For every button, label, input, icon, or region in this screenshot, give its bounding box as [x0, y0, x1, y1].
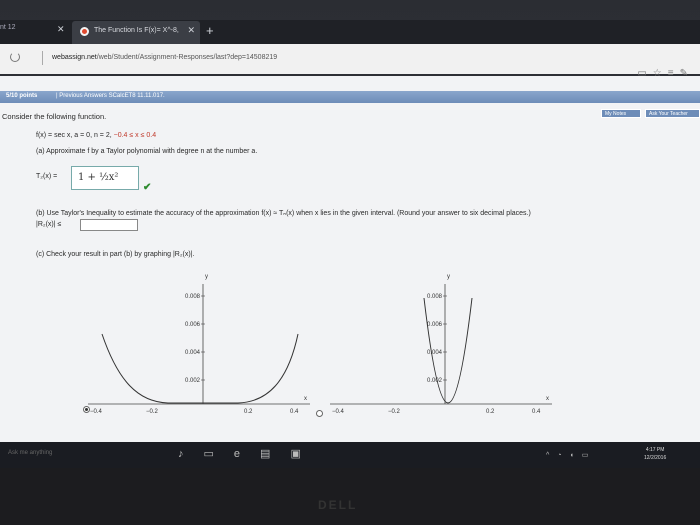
volume-icon[interactable]: ◖: [570, 452, 582, 459]
ask-teacher-button[interactable]: Ask Your Teacher: [645, 109, 700, 118]
x-tick-label: −0.4: [90, 409, 103, 415]
previous-tab-label[interactable]: nt 12: [0, 24, 16, 31]
x-ticks: −0.4 −0.2 0.2 0.4: [332, 409, 541, 415]
y-tick-label: 0.006: [427, 322, 443, 328]
function-definition: f(x) = sec x, a = 0, n = 2,: [36, 132, 114, 139]
y-tick-label: 0.002: [427, 378, 443, 384]
function-line: f(x) = sec x, a = 0, n = 2, −0.4 ≤ x ≤ 0…: [36, 132, 156, 139]
divider: [42, 51, 43, 65]
taskbar-apps: ♪▭e▤▣: [178, 447, 321, 460]
y-ticks: 0.008 0.006 0.004 0.002: [427, 294, 447, 384]
t2-label: T₂(x) =: [36, 173, 58, 180]
monitor-bezel: DELL: [0, 468, 700, 525]
new-tab-icon[interactable]: +: [206, 23, 214, 38]
url-path: /web/Student/Assignment-Responses/last?d…: [96, 54, 278, 61]
cortana-search[interactable]: Ask me anything: [8, 450, 52, 456]
graph-right-radio[interactable]: [316, 410, 323, 417]
points-label: 5/10 points: [6, 93, 38, 99]
previous-answers-link[interactable]: | Previous Answers SCalcET8 11.11.017.: [56, 93, 165, 99]
question-intro: Consider the following function.: [2, 112, 107, 121]
browser-tab-bar: nt 12 ✕ The Function Is F(x)= X^-8, ✕ +: [0, 20, 700, 44]
x-tick-label: 0.2: [486, 409, 495, 415]
part-a-prompt: (a) Approximate f by a Taylor polynomial…: [36, 148, 258, 155]
x-ticks: −0.4 −0.2 0.2 0.4: [90, 409, 299, 415]
url-domain: webassign.net: [52, 54, 97, 61]
x-tick-label: −0.2: [146, 409, 159, 415]
favicon-icon: [80, 27, 89, 36]
refresh-icon[interactable]: [10, 52, 20, 62]
graph-right: y x 0.008 0.006 0.004 0.002 −0.4 −0.2 0.2 0.4: [330, 274, 552, 415]
close-icon[interactable]: ✕: [57, 24, 65, 35]
y-tick-label: 0.004: [427, 350, 443, 356]
x-tick-label: 0.4: [290, 409, 299, 415]
tab-title: The Function Is F(x)= X^-8,: [94, 27, 179, 34]
x-tick-label: 0.4: [532, 409, 541, 415]
clock-date: 12/2/2016: [644, 455, 667, 461]
active-tab[interactable]: The Function Is F(x)= X^-8, ✕: [72, 21, 200, 44]
brand-logo: DELL: [318, 498, 358, 512]
my-notes-button[interactable]: My Notes: [601, 109, 641, 118]
mic-icon[interactable]: ♪: [178, 448, 204, 460]
task-view-icon[interactable]: ▭: [204, 448, 234, 460]
close-tab-icon[interactable]: ✕: [187, 25, 195, 36]
network-icon[interactable]: ◔: [557, 452, 569, 459]
t2-answer: 1 + ½x²: [78, 172, 119, 183]
x-tick-label: −0.4: [332, 409, 345, 415]
y-tick-label: 0.008: [427, 294, 443, 300]
part-b-prompt: (b) Use Taylor's Inequality to estimate …: [36, 210, 531, 217]
chevron-up-icon[interactable]: ^: [546, 452, 557, 459]
interval: −0.4 ≤ x ≤ 0.4: [113, 132, 157, 139]
y-tick-label: 0.006: [185, 322, 201, 328]
y-tick-label: 0.002: [185, 378, 201, 384]
x-tick-label: 0.2: [244, 409, 253, 415]
graph-left: y x 0.008 0.006 0.004 0.002 −0.4 −0.2 0.2 0.4: [88, 274, 310, 415]
store-icon[interactable]: ▣: [290, 448, 320, 460]
x-tick-label: −0.2: [388, 409, 401, 415]
r2-answer-input[interactable]: [80, 219, 138, 231]
correct-check-icon: ✔: [143, 182, 152, 193]
notification-icon[interactable]: ▭: [582, 452, 597, 459]
address-bar: webassign.net/web/Student/Assignment-Res…: [0, 44, 700, 79]
screen: nt 12 ✕ The Function Is F(x)= X^-8, ✕ + …: [0, 0, 700, 525]
question-header: 5/10 points | Previous Answers SCalcET8 …: [0, 91, 700, 103]
taskbar: Ask me anything ♪▭e▤▣ ^◔◖▭ 4:17 PM 12/2/…: [0, 442, 700, 468]
system-tray: ^◔◖▭: [546, 451, 596, 459]
edge-icon[interactable]: e: [234, 448, 260, 460]
clock-time: 4:17 PM: [645, 447, 665, 453]
y-tick-label: 0.004: [185, 350, 201, 356]
remainder-curve: [101, 333, 299, 404]
t2-answer-field[interactable]: 1 + ½x²: [71, 166, 139, 190]
explorer-icon[interactable]: ▤: [260, 448, 290, 460]
y-axis-label: y: [205, 274, 208, 280]
graph-left-radio[interactable]: [83, 406, 90, 413]
r2-label: |R₂(x)| ≤: [36, 221, 62, 228]
x-axis-label: x: [304, 396, 307, 402]
clock[interactable]: 4:17 PM 12/2/2016: [644, 446, 666, 462]
webassign-page: 5/10 points | Previous Answers SCalcET8 …: [0, 76, 700, 442]
x-axis-label: x: [546, 396, 549, 402]
part-c-prompt: (c) Check your result in part (b) by gra…: [36, 251, 195, 258]
y-tick-label: 0.008: [185, 294, 201, 300]
y-ticks: 0.008 0.006 0.004 0.002: [185, 294, 205, 384]
y-axis-label: y: [447, 274, 450, 280]
url-field[interactable]: webassign.net/web/Student/Assignment-Res…: [52, 54, 277, 61]
